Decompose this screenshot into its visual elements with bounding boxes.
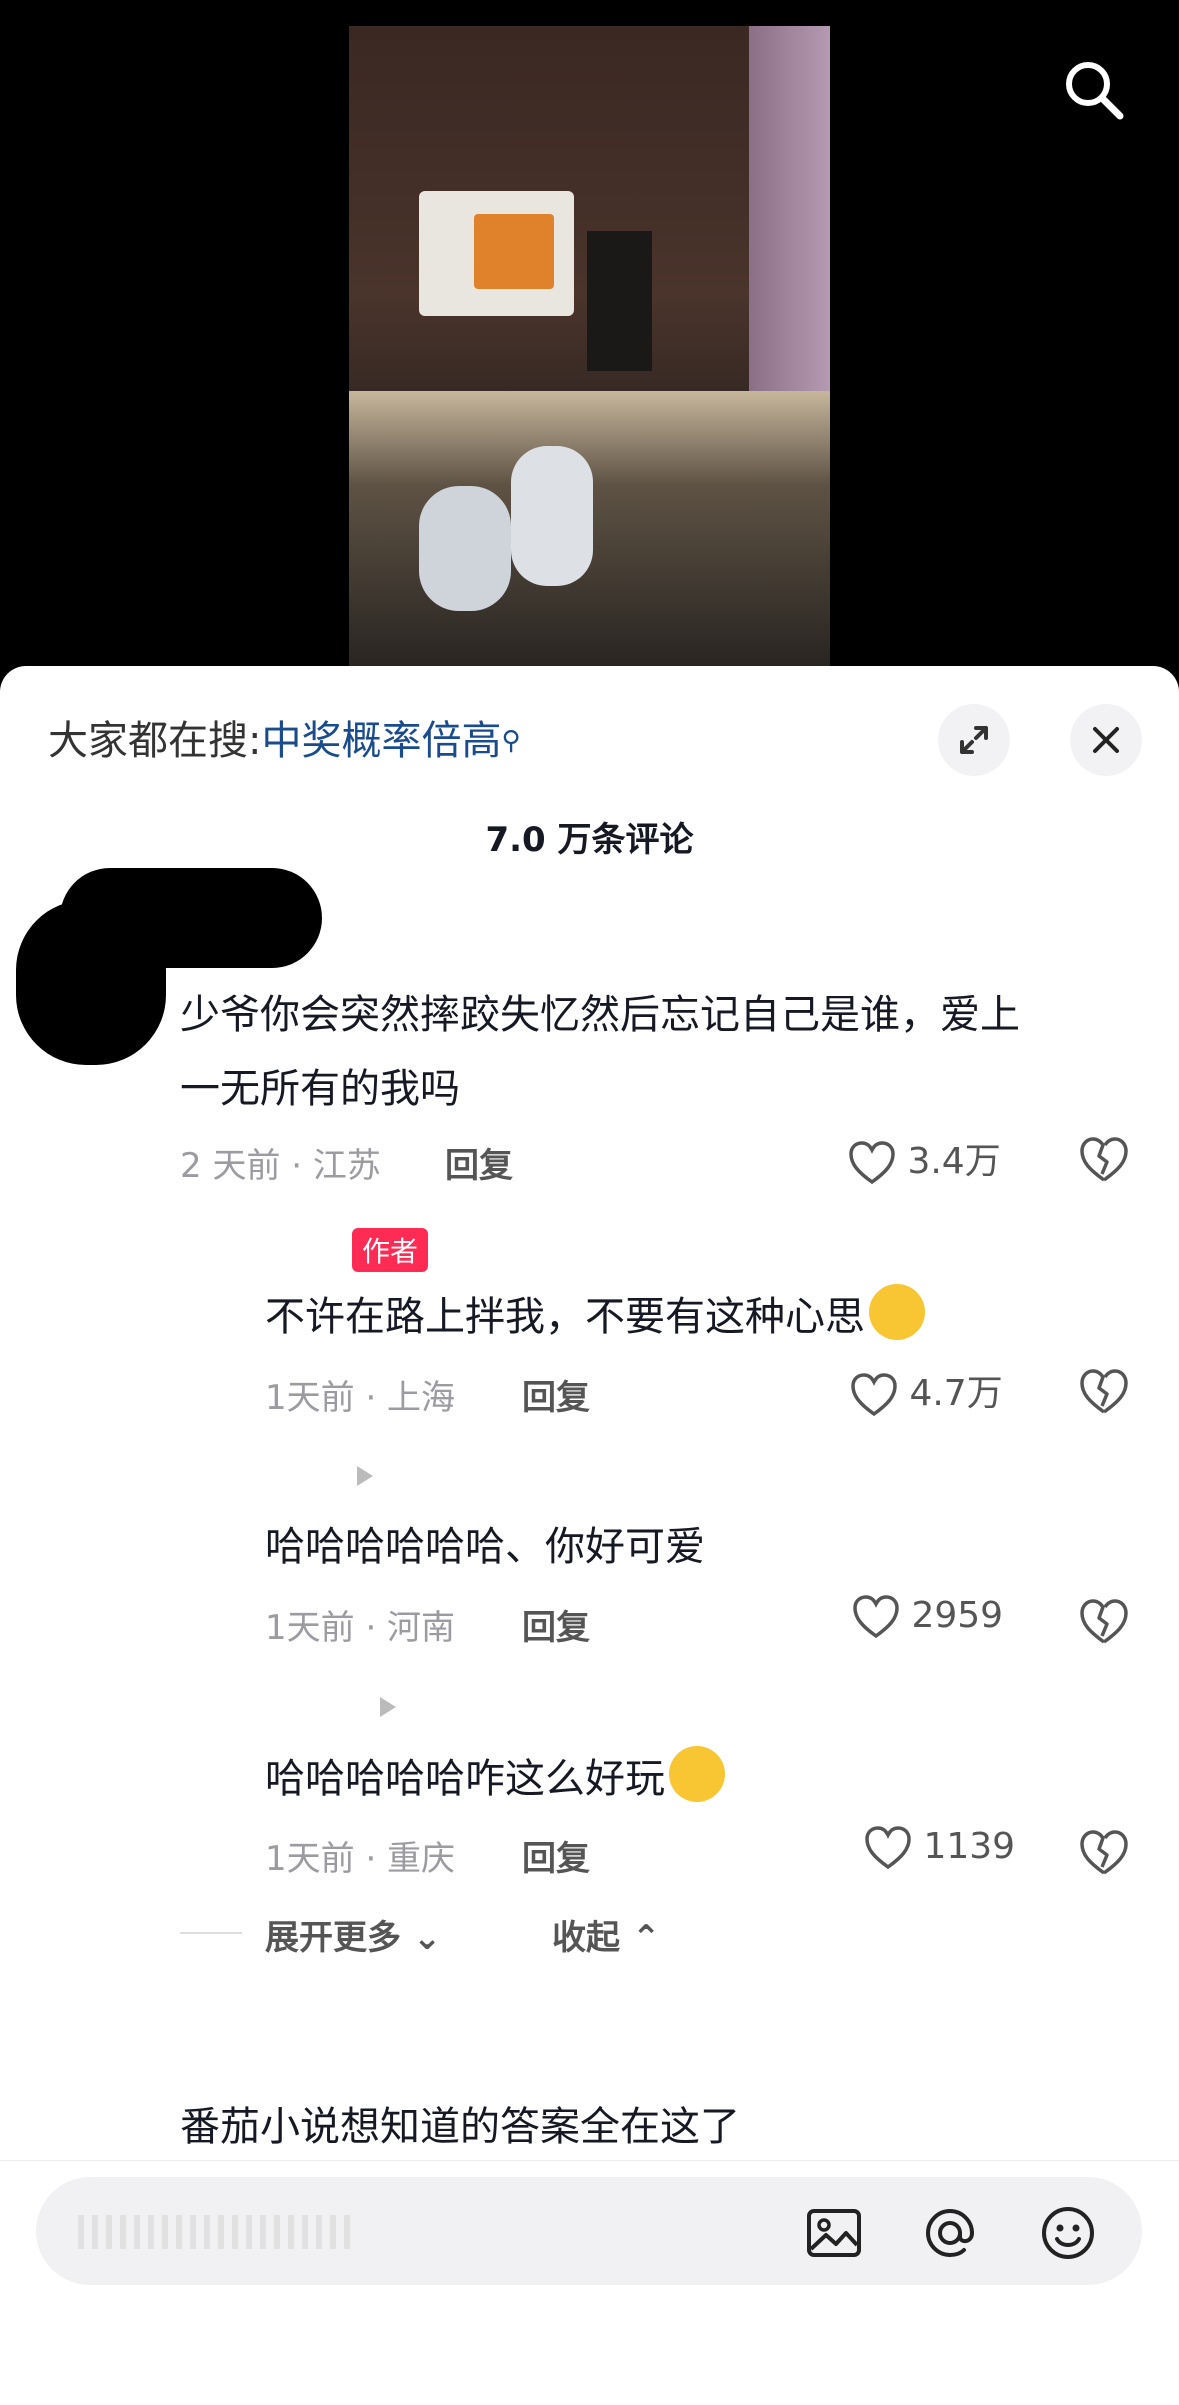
reply-text: 不许在路上拌我，不要有这种心思 bbox=[265, 1280, 925, 1354]
image-icon[interactable] bbox=[804, 2203, 864, 2263]
like-count: 3.4万 bbox=[907, 1141, 1001, 1182]
comment-meta: 2 天前 · 江苏 bbox=[180, 1146, 381, 1186]
reply-text: 哈哈哈哈哈咋这么好玩 bbox=[265, 1742, 725, 1816]
chevron-down-icon: ⌄ bbox=[412, 1918, 442, 1958]
reply-meta: 1天前 · 上海 bbox=[265, 1378, 456, 1418]
like-button[interactable]: 2959 bbox=[852, 1594, 1003, 1640]
like-count: 2959 bbox=[911, 1595, 1004, 1636]
reply-to-arrow-icon bbox=[380, 1697, 396, 1717]
reply-meta: 1天前 · 重庆 bbox=[265, 1839, 456, 1879]
search-icon[interactable] bbox=[1062, 58, 1126, 122]
like-button[interactable]: 3.4万 bbox=[848, 1132, 1001, 1186]
emoji-icon[interactable] bbox=[1038, 2203, 1098, 2263]
smiling-emoji-icon bbox=[869, 1284, 925, 1340]
like-button[interactable]: 1139 bbox=[864, 1825, 1015, 1871]
redacted-avatar bbox=[16, 900, 166, 1065]
expand-button[interactable] bbox=[938, 704, 1010, 776]
like-count: 1139 bbox=[923, 1826, 1016, 1867]
small-search-icon: ⚲ bbox=[501, 726, 521, 756]
dislike-icon[interactable] bbox=[1078, 1134, 1130, 1186]
expand-more-button[interactable]: 展开更多 ⌄ bbox=[265, 1910, 441, 1959]
heart-icon bbox=[849, 1141, 895, 1185]
close-icon bbox=[1093, 727, 1119, 753]
hot-search-keyword[interactable]: 中奖概率倍高 bbox=[261, 718, 501, 764]
reply-button[interactable]: 回复 bbox=[522, 1831, 590, 1880]
dislike-icon[interactable] bbox=[1078, 1366, 1130, 1418]
grinning-emoji-icon bbox=[669, 1746, 725, 1802]
chevron-up-icon: ⌃ bbox=[631, 1918, 661, 1958]
reply-text: 哈哈哈哈哈哈、你好可爱 bbox=[265, 1524, 705, 1570]
video-player[interactable] bbox=[0, 0, 1179, 706]
reply-meta: 1天前 · 河南 bbox=[265, 1608, 456, 1648]
video-frame bbox=[349, 26, 830, 706]
heart-icon bbox=[865, 1826, 911, 1870]
hot-search-label: 大家都在搜: bbox=[48, 718, 262, 764]
author-badge: 作者 bbox=[352, 1228, 429, 1272]
like-button[interactable]: 4.7万 bbox=[850, 1364, 1003, 1418]
dislike-icon[interactable] bbox=[1078, 1596, 1130, 1648]
reply-to-arrow-icon bbox=[357, 1466, 373, 1486]
heart-icon bbox=[851, 1373, 897, 1417]
input-placeholder-blurred bbox=[78, 2215, 358, 2249]
comment-text-line2: 一无所有的我吗 bbox=[180, 1066, 460, 1112]
close-button[interactable] bbox=[1070, 704, 1142, 776]
like-count: 4.7万 bbox=[909, 1373, 1003, 1414]
reply-button[interactable]: 回复 bbox=[522, 1600, 590, 1649]
comment-input[interactable] bbox=[36, 2177, 1142, 2285]
hot-search[interactable]: 大家都在搜:中奖概率倍高⚲ bbox=[48, 716, 521, 766]
collapse-button[interactable]: 收起 ⌃ bbox=[552, 1910, 660, 1959]
comment-count: 7.0 万条评论 bbox=[485, 820, 694, 860]
expand-icon bbox=[960, 726, 988, 754]
comment-input-bar bbox=[0, 2160, 1179, 2405]
comment-text-line1: 少爷你会突然摔跤失忆然后忘记自己是谁，爱上 bbox=[180, 992, 1020, 1038]
reply-button[interactable]: 回复 bbox=[522, 1370, 590, 1419]
comment-text: 番茄小说想知道的答案全在这了 bbox=[180, 2104, 740, 2150]
at-icon[interactable] bbox=[920, 2203, 980, 2263]
reply-button[interactable]: 回复 bbox=[445, 1138, 513, 1187]
heart-icon bbox=[853, 1595, 899, 1639]
thread-divider bbox=[180, 1932, 242, 1934]
dislike-icon[interactable] bbox=[1078, 1827, 1130, 1879]
